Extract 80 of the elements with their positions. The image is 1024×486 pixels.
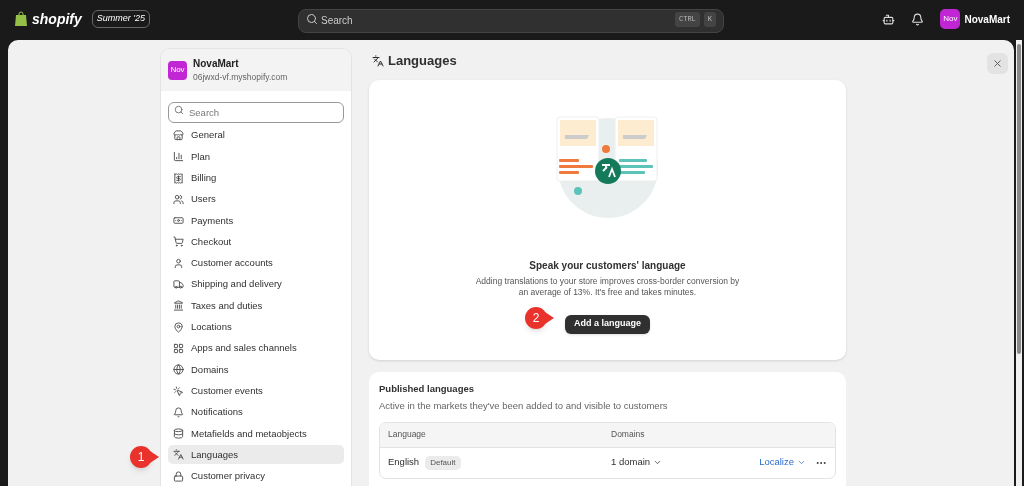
sidebar-item-label: Users — [191, 192, 216, 207]
language-name: English — [388, 455, 420, 470]
sidebar-item[interactable]: Shipping and delivery — [168, 275, 344, 295]
sidebar-item[interactable]: Languages — [168, 445, 344, 465]
localize-dropdown[interactable]: Localize — [759, 455, 806, 470]
truck-icon — [173, 279, 184, 291]
sidebar-item-label: Notifications — [191, 405, 243, 420]
sidebar-item[interactable]: Users — [168, 189, 344, 209]
sidebar-item-label: Plan — [191, 149, 210, 164]
cart-icon — [173, 236, 184, 248]
sidebar-item[interactable]: Billing — [168, 168, 344, 188]
sidebar-item[interactable]: Customer accounts — [168, 253, 344, 273]
lock-icon — [173, 470, 184, 482]
sidebar-item[interactable]: Checkout — [168, 232, 344, 252]
section-subtitle: Active in the markets they've been added to and visible to customers — [379, 399, 669, 414]
sidebar-item[interactable]: Customer privacy — [168, 466, 344, 486]
sidebar-item-label: Customer accounts — [191, 256, 273, 271]
sidebar-item-label: Metafields and metaobjects — [191, 426, 307, 441]
search-icon — [306, 13, 318, 25]
database-icon — [173, 428, 184, 440]
person-icon — [173, 257, 184, 269]
sidebar-item-label: Apps and sales channels — [191, 341, 297, 356]
sidebar-item-label: Checkout — [191, 234, 232, 249]
sidebar-item-label: Locations — [191, 320, 232, 335]
translate-icon — [372, 55, 384, 68]
grid-icon — [173, 342, 184, 354]
sidebar-item-label: Languages — [191, 447, 239, 462]
translate-icon — [173, 449, 184, 461]
sidebar-item[interactable]: Notifications — [168, 402, 344, 422]
bell-icon — [173, 406, 184, 418]
robot-icon[interactable] — [882, 12, 896, 26]
sidebar-item-label: Billing — [191, 170, 217, 185]
column-header: Language — [388, 428, 427, 441]
sidebar-item[interactable]: General — [168, 126, 344, 145]
add-language-button[interactable]: Add a language — [565, 314, 650, 334]
user-name[interactable]: NovaMart — [964, 11, 1010, 27]
sidebar-item-label: Taxes and duties — [191, 298, 263, 313]
pointer-click-icon — [173, 385, 184, 397]
sidebar-item-label: Customer events — [191, 383, 263, 398]
edition-badge: Summer '25 — [91, 10, 150, 28]
store-name: NovaMart — [193, 57, 240, 72]
section-title: Published languages — [379, 382, 476, 397]
sidebar-item-label: Customer privacy — [191, 469, 265, 484]
search-icon — [174, 104, 184, 115]
sidebar-item[interactable]: Metafields and metaobjects — [168, 424, 344, 444]
store-icon — [173, 130, 184, 141]
empty-state-title: Speak your customers' language — [529, 259, 686, 274]
sidebar-item-label: Domains — [191, 362, 229, 377]
store-avatar: Nov — [168, 60, 187, 80]
banknote-icon — [173, 215, 184, 227]
receipt-icon — [173, 172, 184, 184]
brand-name: shopify — [32, 9, 82, 29]
sidebar-item-label: Shipping and delivery — [191, 277, 282, 292]
sidebar-item-label: General — [191, 128, 225, 143]
domains-dropdown[interactable]: 1 domain — [611, 455, 663, 470]
user-avatar[interactable]: Nov — [940, 9, 961, 29]
sidebar-item[interactable]: Taxes and duties — [168, 296, 344, 316]
chart-icon — [173, 151, 184, 163]
bank-icon — [173, 300, 184, 312]
sidebar-item[interactable]: Domains — [168, 360, 344, 380]
store-domain: 06jwxd-vf.myshopify.com — [193, 71, 288, 84]
sidebar-item-label: Payments — [191, 213, 234, 228]
column-header: Domains — [611, 428, 645, 441]
scrollbar[interactable] — [1017, 44, 1021, 354]
close-icon — [992, 58, 1003, 69]
pin-icon — [173, 321, 184, 333]
page-title: Languages — [388, 52, 457, 71]
bell-icon[interactable] — [911, 12, 925, 26]
shopping-bag-logo-icon — [14, 11, 28, 27]
globe-icon — [173, 364, 184, 376]
users-icon — [173, 193, 184, 205]
sidebar-item[interactable]: Plan — [168, 147, 344, 167]
sidebar-item[interactable]: Apps and sales channels — [168, 338, 344, 358]
sidebar-item[interactable]: Payments — [168, 211, 344, 231]
sidebar-search-field[interactable]: Search — [168, 102, 344, 123]
sidebar-item[interactable]: Locations — [168, 317, 344, 337]
empty-state-description: Adding translations to your store improves cross-border conversion by an average of 13%. It's free and takes minutes. — [474, 276, 741, 299]
close-button[interactable] — [987, 53, 1008, 74]
sidebar-item[interactable]: Customer events — [168, 381, 344, 401]
default-badge: Default — [425, 455, 461, 470]
